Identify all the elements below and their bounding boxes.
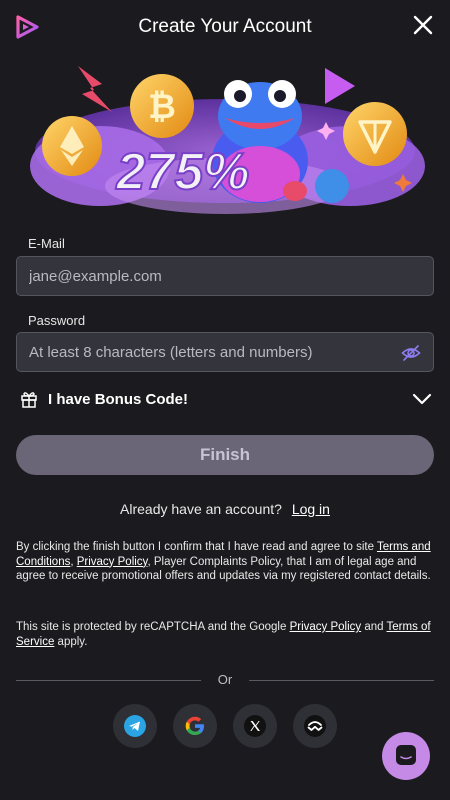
google-icon <box>185 716 204 735</box>
telegram-icon <box>124 715 146 737</box>
bonus-code-label: I have Bonus Code! <box>48 391 189 408</box>
promo-banner: ₿ 275% <box>30 66 425 214</box>
email-label: E-Mail <box>28 236 65 251</box>
bitcoin-coin: ₿ <box>130 74 194 138</box>
chevron-down-icon[interactable] <box>412 391 432 407</box>
google-login-button[interactable] <box>173 704 217 748</box>
ton-coin <box>343 102 407 166</box>
close-icon[interactable] <box>412 14 434 36</box>
email-field[interactable] <box>17 257 433 295</box>
divider-line <box>249 680 434 681</box>
header: Create Your Account <box>0 0 450 56</box>
email-field-container <box>16 256 434 296</box>
walletconnect-login-button[interactable] <box>293 704 337 748</box>
walletconnect-icon <box>304 715 326 737</box>
password-field[interactable] <box>17 333 433 371</box>
finish-button[interactable]: Finish <box>16 435 434 475</box>
password-field-container <box>16 332 434 372</box>
login-link[interactable]: Log in <box>292 501 330 517</box>
password-label: Password <box>28 313 86 328</box>
recaptcha-text-part: and <box>361 621 387 633</box>
x-icon <box>244 715 266 737</box>
or-divider: Or <box>16 672 434 688</box>
terms-consent-text: By clicking the finish button I confirm … <box>16 540 434 584</box>
terms-text-part: By clicking the finish button I confirm … <box>16 541 377 553</box>
recaptcha-text-part: apply. <box>54 635 88 648</box>
x-login-button[interactable] <box>233 704 277 748</box>
promo-percent: 275% <box>116 143 250 201</box>
svg-text:₿: ₿ <box>148 88 176 126</box>
login-prompt-row: Already have an account? Log in <box>0 501 450 517</box>
bonus-code-toggle[interactable]: I have Bonus Code! <box>16 386 434 414</box>
ethereum-coin <box>42 116 102 176</box>
support-chat-button[interactable] <box>382 732 430 780</box>
telegram-login-button[interactable] <box>113 704 157 748</box>
recaptcha-text-part: This site is protected by reCAPTCHA and … <box>16 621 290 633</box>
login-prompt: Already have an account? <box>120 501 282 517</box>
google-privacy-link[interactable]: Privacy Policy <box>290 621 362 633</box>
recaptcha-text: This site is protected by reCAPTCHA and … <box>16 620 434 649</box>
privacy-policy-link[interactable]: Privacy Policy <box>77 556 148 568</box>
page-title: Create Your Account <box>138 16 312 37</box>
eye-off-icon[interactable] <box>401 343 421 363</box>
gift-icon <box>21 392 37 408</box>
chat-icon <box>396 745 416 765</box>
